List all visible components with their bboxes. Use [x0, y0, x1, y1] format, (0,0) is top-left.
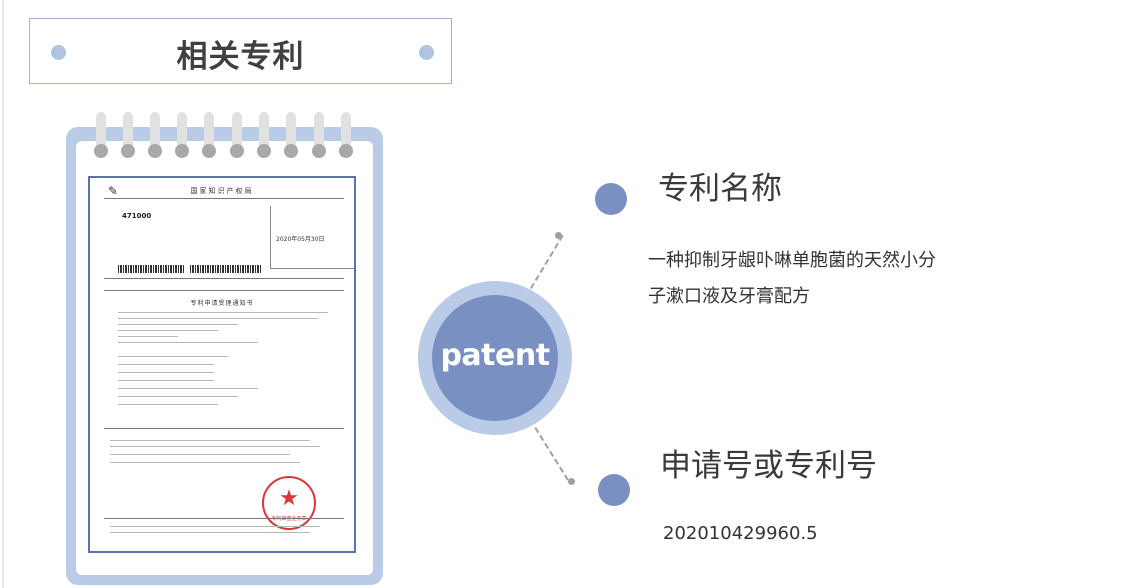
text-line [110, 526, 320, 527]
text-line [118, 364, 214, 365]
spiral-ring-icon [284, 112, 298, 158]
official-red-stamp: ★ 专利审查业务章 [262, 476, 316, 530]
certificate-divider [104, 198, 344, 199]
barcode [190, 265, 262, 273]
spiral-ring-icon [202, 112, 216, 158]
spiral-ring-icon [94, 112, 108, 158]
patent-circle-label: patent [440, 338, 550, 373]
spiral-ring-icon [148, 112, 162, 158]
patent-name-label: 专利名称 [658, 171, 782, 207]
barcode [118, 265, 184, 273]
spiral-ring-icon [312, 112, 326, 158]
text-line [118, 372, 214, 373]
spiral-ring-icon [339, 112, 353, 158]
connector-dot-bottom [568, 478, 575, 485]
spiral-ring-icon [175, 112, 189, 158]
certificate-divider [104, 278, 344, 279]
text-line [110, 454, 290, 455]
left-border-line [2, 0, 4, 588]
connector-line-bottom [534, 427, 569, 481]
bullet-dot-patent-number [598, 474, 630, 506]
text-line [118, 318, 318, 319]
connector-dot-top [555, 232, 562, 239]
connector-line-top [530, 234, 564, 290]
spiral-ring-icon [121, 112, 135, 158]
text-line [110, 440, 310, 441]
certificate-divider [104, 290, 344, 291]
text-line [118, 396, 238, 397]
text-line [110, 446, 320, 447]
certificate-postal-code: 471000 [122, 212, 152, 220]
text-line [110, 532, 310, 533]
certificate-divider [104, 518, 344, 519]
text-line [118, 342, 258, 343]
text-line [118, 312, 328, 313]
patent-circle-inner: patent [432, 295, 558, 421]
patent-name-value-line-1: 一种抑制牙龈卟啉单胞菌的天然小分 [648, 250, 936, 271]
patent-number-label: 申请号或专利号 [660, 448, 877, 484]
certificate-subtitle: 专利申请受理通知书 [190, 300, 254, 307]
patent-circle-badge: patent [418, 281, 572, 435]
text-line [118, 404, 218, 405]
text-line [118, 330, 218, 331]
bullet-dot-patent-name [595, 183, 627, 215]
section-title-box: 相关专利 [29, 18, 452, 84]
title-right-dot-icon [419, 45, 434, 60]
patent-name-value-line-2: 子漱口液及牙膏配方 [648, 286, 810, 307]
text-line [118, 380, 214, 381]
certificate-issuer: 国家知识产权局 [190, 187, 254, 195]
patent-number-value: 202010429960.5 [663, 523, 818, 544]
spiral-ring-icon [230, 112, 244, 158]
certificate-date: 2020年05月30日 [276, 236, 325, 243]
text-line [118, 388, 258, 389]
text-line [110, 462, 300, 463]
spiral-ring-icon [257, 112, 271, 158]
text-line [118, 356, 228, 357]
text-line [118, 336, 178, 337]
section-title: 相关专利 [176, 39, 305, 75]
star-icon: ★ [279, 486, 299, 511]
certificate-divider [104, 428, 344, 429]
patent-name-value: 一种抑制牙龈卟啉单胞菌的天然小分 子漱口液及牙膏配方 [648, 243, 936, 315]
text-line [118, 324, 238, 325]
patent-certificate-image: ✎ 国家知识产权局 471000 2020年05月30日 专利申请受理通知书 ★… [88, 176, 356, 553]
